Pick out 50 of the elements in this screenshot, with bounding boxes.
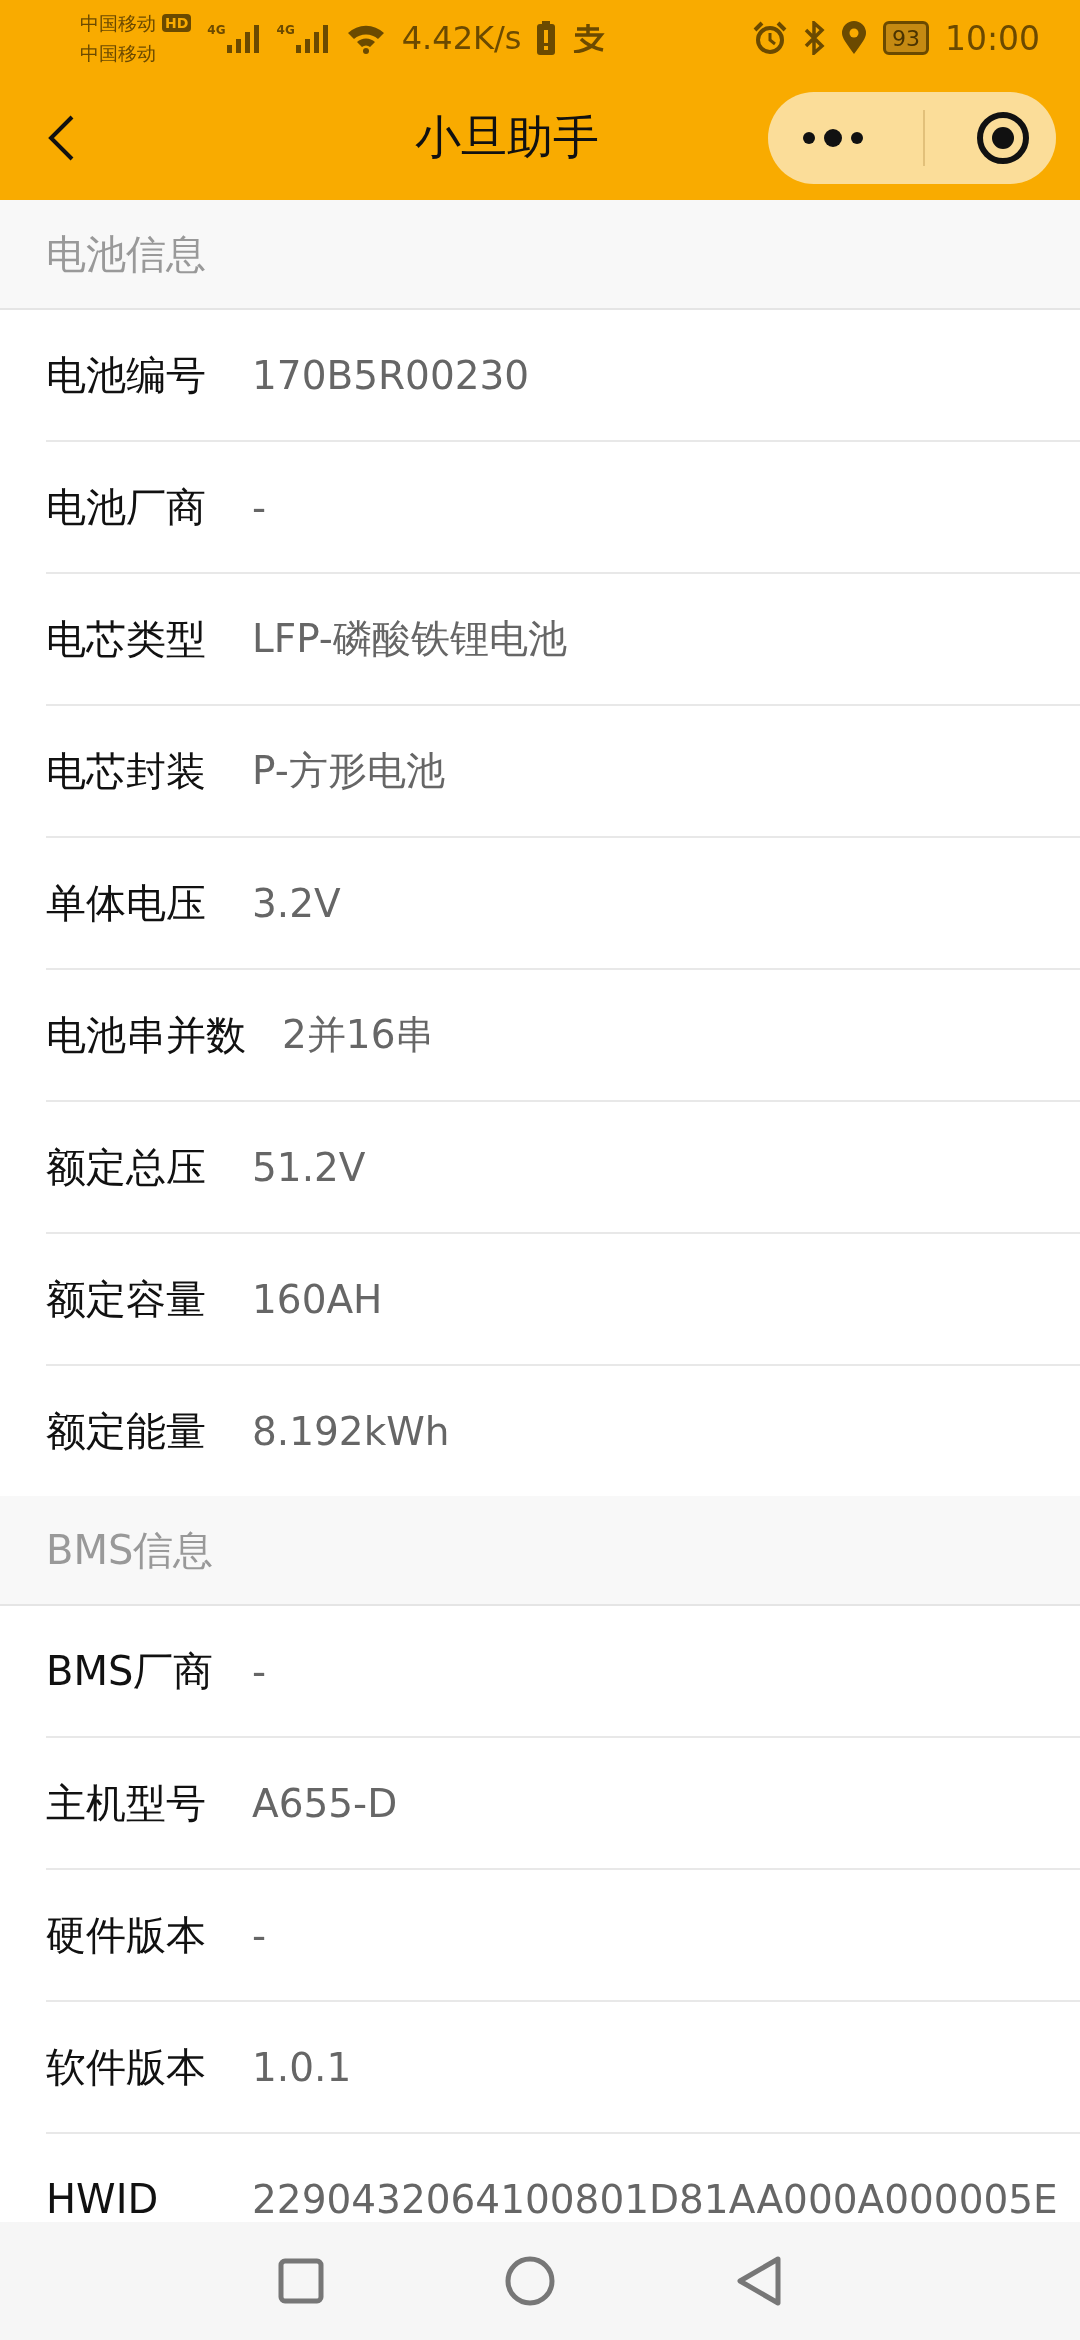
- field-label: 单体电压: [46, 878, 207, 928]
- battery-alert-icon: [537, 21, 556, 55]
- signal-icon: [295, 23, 330, 53]
- field-value: LFP-磷酸铁锂电池: [252, 615, 567, 663]
- clock-time: 10:00: [944, 18, 1040, 58]
- field-label: 主机型号: [46, 1778, 207, 1828]
- field-value: 1.0.1: [252, 2044, 352, 2090]
- hd-badge: HD: [162, 14, 192, 32]
- field-value: 51.2V: [252, 1144, 366, 1190]
- field-label: HWID: [46, 2176, 160, 2222]
- field-value: 160AH: [252, 1276, 383, 1322]
- home-icon[interactable]: [504, 2255, 556, 2307]
- section-header: 电池信息: [0, 200, 1080, 310]
- field-label: BMS厂商: [46, 1646, 215, 1696]
- field-value: -: [252, 484, 267, 530]
- recents-icon[interactable]: [278, 2258, 324, 2304]
- payment-icon: [571, 23, 606, 53]
- carrier-name: 中国移动: [80, 41, 156, 66]
- field-value: A655-D: [252, 1780, 398, 1826]
- field-value: 170B5R00230: [252, 352, 530, 398]
- field-label: 电池厂商: [46, 482, 207, 532]
- field-label: 额定容量: [46, 1274, 207, 1324]
- field-label: 额定能量: [46, 1406, 207, 1456]
- network-type: 4G: [207, 23, 226, 37]
- field-label: 电芯封装: [46, 746, 207, 796]
- field-label: 额定总压: [46, 1142, 207, 1192]
- field-label: 电芯类型: [46, 614, 207, 664]
- battery-indicator: 93: [882, 21, 929, 55]
- close-icon[interactable]: [975, 110, 1031, 166]
- field-value: 3.2V: [252, 880, 341, 926]
- signal-icon: [226, 23, 261, 53]
- field-label: 硬件版本: [46, 1910, 207, 1960]
- field-label: 电池编号: [46, 350, 207, 400]
- field-value: 2290432064100801D81AA000A000005E: [252, 2176, 1058, 2222]
- field-label: 电池串并数: [46, 1010, 246, 1060]
- network-speed: 4.42K/s: [401, 19, 522, 57]
- field-value: 2并16串: [282, 1011, 435, 1059]
- field-value: -: [252, 1648, 267, 1694]
- field-value: 8.192kWh: [252, 1408, 450, 1454]
- page-title: 小旦助手: [415, 109, 599, 166]
- field-label: 软件版本: [46, 2042, 207, 2092]
- bluetooth-icon: [802, 21, 825, 55]
- location-icon: [840, 21, 867, 55]
- back-icon[interactable]: [46, 113, 76, 163]
- network-type: 4G: [276, 23, 295, 37]
- alarm-icon: [752, 21, 787, 55]
- field-value: -: [252, 1912, 267, 1958]
- carrier-name: 中国移动: [80, 11, 156, 36]
- field-value: P-方形电池: [252, 747, 445, 795]
- section-header: BMS信息: [0, 1496, 1080, 1606]
